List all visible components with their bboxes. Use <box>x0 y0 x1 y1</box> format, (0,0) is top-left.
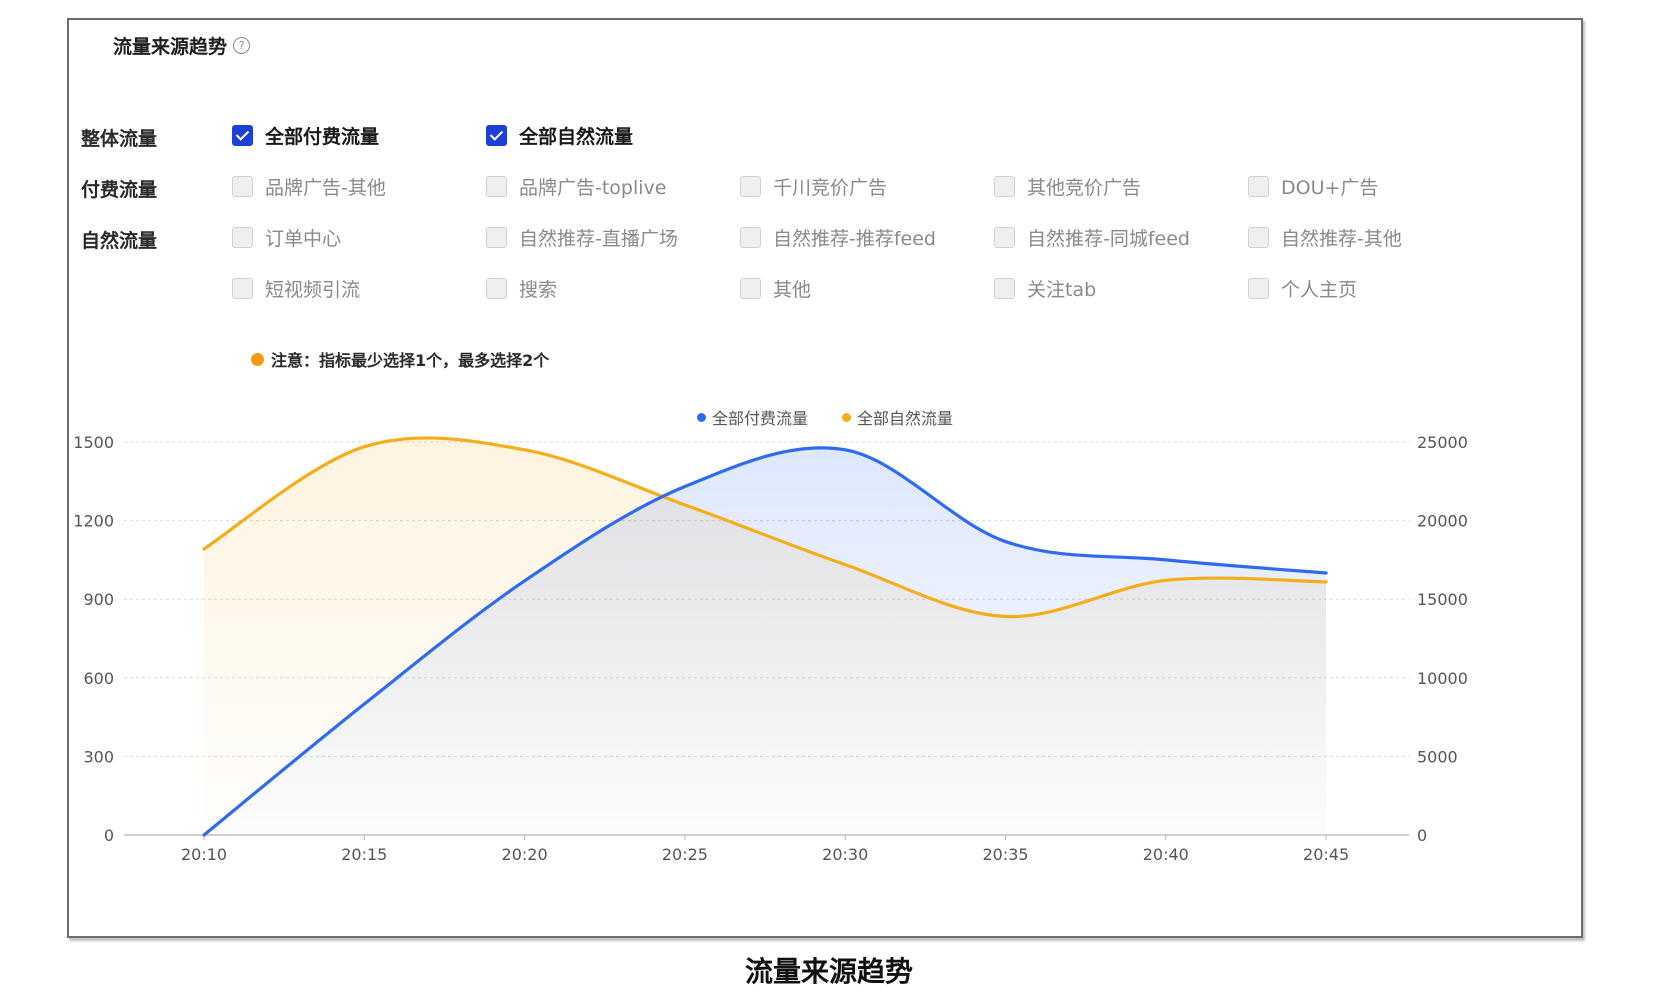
x-tick-label: 20:45 <box>1303 845 1349 864</box>
y-left-tick-label: 1500 <box>73 433 114 452</box>
x-tick-label: 20:15 <box>341 845 387 864</box>
y-right-tick-label: 15000 <box>1417 590 1468 609</box>
y-left-tick-label: 900 <box>83 590 114 609</box>
y-right-tick-label: 20000 <box>1417 512 1468 531</box>
y-left-tick-label: 0 <box>104 826 114 845</box>
y-left-tick-label: 1200 <box>73 512 114 531</box>
figure-caption: 流量来源趋势 <box>744 955 913 988</box>
x-tick-label: 20:25 <box>662 845 708 864</box>
x-tick-label: 20:35 <box>982 845 1028 864</box>
x-tick-label: 20:30 <box>822 845 868 864</box>
trend-chart: 0 0 300 5000 600 10000 900 15000 1200 20000 1500 25… <box>73 433 1468 864</box>
traffic-source-panel: 流量来源趋势 ? 整体流量 全部付费流量 全部自然流量 付费流量 品牌广告-其他 品牌广告… <box>67 18 1583 938</box>
y-right-tick-label: 10000 <box>1417 669 1468 688</box>
y-right-tick-label: 5000 <box>1417 747 1458 766</box>
y-right-tick-label: 25000 <box>1417 433 1468 452</box>
y-right-tick-label: 0 <box>1417 826 1427 845</box>
x-tick-label: 20:40 <box>1143 845 1189 864</box>
y-left-tick-label: 300 <box>83 747 114 766</box>
y-left-tick-label: 600 <box>83 669 114 688</box>
x-tick-label: 20:20 <box>502 845 548 864</box>
x-tick-label: 20:10 <box>181 845 227 864</box>
